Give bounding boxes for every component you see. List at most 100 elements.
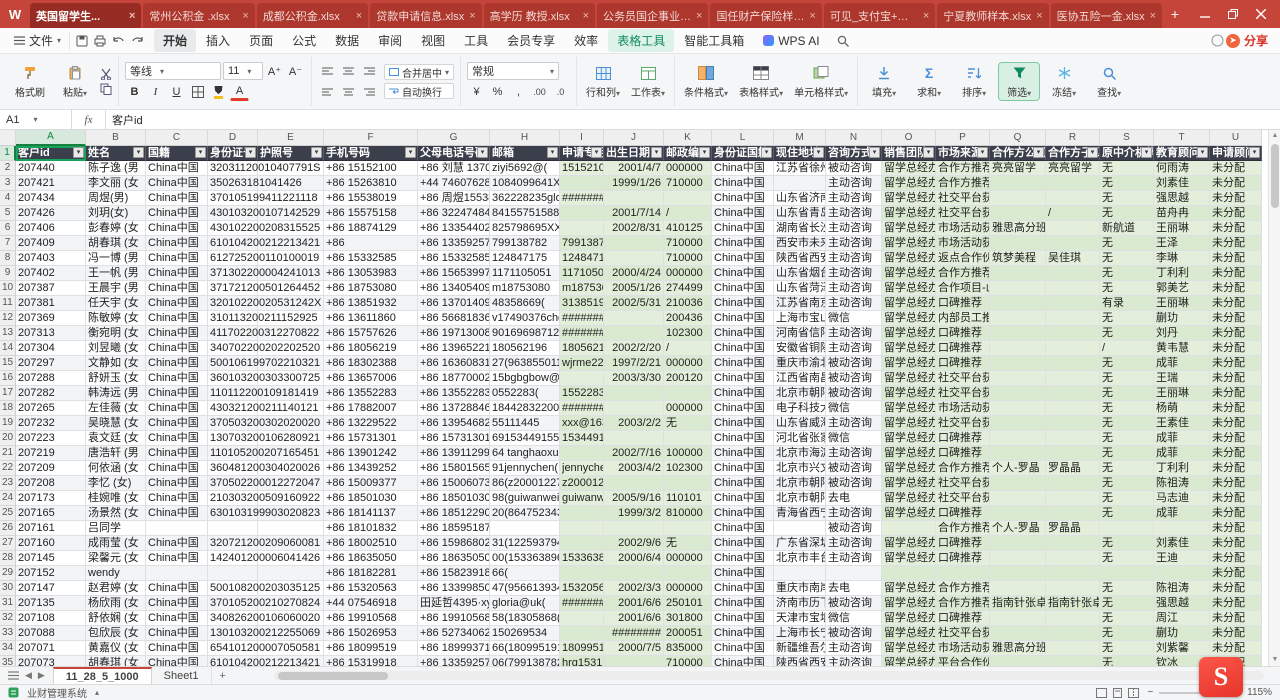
cell[interactable]: +44 07546918: [324, 596, 418, 611]
align-right-icon[interactable]: [360, 83, 379, 101]
cell[interactable]: 2005/9/16: [604, 491, 664, 506]
cell[interactable]: [990, 581, 1046, 596]
cell[interactable]: +86 18501030: [324, 491, 418, 506]
row-header[interactable]: 31: [0, 596, 16, 611]
cell[interactable]: 任天宇 (女: [86, 296, 146, 311]
cell[interactable]: 207434: [16, 191, 86, 206]
cell[interactable]: 口碑推荐: [936, 341, 990, 356]
close-icon[interactable]: ×: [1150, 10, 1156, 22]
formula-input[interactable]: 客户id: [106, 110, 1280, 129]
cell[interactable]: 64 tanghaoxu(: [490, 446, 560, 461]
cell[interactable]: [1046, 266, 1100, 281]
cell[interactable]: China中国: [146, 611, 208, 626]
cell[interactable]: 207304: [16, 341, 86, 356]
cell[interactable]: 留学总经办: [882, 611, 936, 626]
cell[interactable]: China中国: [712, 611, 774, 626]
cell[interactable]: +86 15823918: [418, 566, 490, 581]
cell[interactable]: 社交平台获客: [936, 191, 990, 206]
cell[interactable]: 未分配: [1210, 386, 1262, 401]
cell[interactable]: [1046, 296, 1100, 311]
cell[interactable]: +86 18141137: [324, 506, 418, 521]
cell[interactable]: 2002/3/3: [604, 581, 664, 596]
cell[interactable]: [1046, 176, 1100, 191]
cell[interactable]: [774, 566, 826, 581]
cell[interactable]: 广东省深圳: [774, 536, 826, 551]
cell[interactable]: 北京市朝阳: [774, 386, 826, 401]
cell[interactable]: 留学总经办: [882, 236, 936, 251]
cell[interactable]: +86 19713008: [418, 326, 490, 341]
merge-center-button[interactable]: 合并居中▾: [384, 64, 454, 80]
cell[interactable]: China中国: [146, 236, 208, 251]
cell[interactable]: 成菲: [1154, 431, 1210, 446]
cell[interactable]: 310113200211152925: [208, 311, 258, 326]
cell[interactable]: China中国: [712, 206, 774, 221]
cell[interactable]: 留学总经办: [882, 176, 936, 191]
cell[interactable]: [1046, 356, 1100, 371]
cell[interactable]: 郭美艺: [1154, 281, 1210, 296]
filter-dropdown-icon[interactable]: ▾: [813, 147, 824, 158]
cell[interactable]: 留学总经办: [882, 416, 936, 431]
cell[interactable]: [990, 626, 1046, 641]
cell[interactable]: [1046, 236, 1100, 251]
cell[interactable]: gloria@uk(: [490, 596, 560, 611]
cell[interactable]: 陈祖涛: [1154, 581, 1210, 596]
cell[interactable]: China中国: [712, 521, 774, 536]
column-header[interactable]: C: [146, 130, 208, 146]
row-header[interactable]: 17: [0, 386, 16, 401]
cell[interactable]: 内部员工推荐: [936, 311, 990, 326]
cell[interactable]: 371302200004241013: [208, 266, 258, 281]
cell[interactable]: +86 13728846: [418, 401, 490, 416]
cell[interactable]: 无: [1100, 551, 1154, 566]
cell[interactable]: 李琳: [1154, 251, 1210, 266]
cell[interactable]: 吴晓慧 (女: [86, 416, 146, 431]
column-header[interactable]: R: [1046, 130, 1100, 146]
cell[interactable]: 留学总经办: [882, 296, 936, 311]
menu-tab[interactable]: 效率: [565, 29, 607, 52]
cell[interactable]: China中国: [712, 386, 774, 401]
cell[interactable]: +86 13439252: [324, 461, 418, 476]
cell[interactable]: 无: [664, 416, 712, 431]
align-left-icon[interactable]: [318, 83, 337, 101]
cell[interactable]: +86 18302388: [324, 356, 418, 371]
cell[interactable]: [258, 521, 324, 536]
cell[interactable]: 主动咨询: [826, 236, 882, 251]
cell[interactable]: 主动咨询: [826, 341, 882, 356]
cell[interactable]: 200436: [664, 311, 712, 326]
cell[interactable]: [1046, 581, 1100, 596]
cell[interactable]: [604, 236, 664, 251]
cell[interactable]: +86 18770002: [418, 371, 490, 386]
cell[interactable]: 湖南省长沙: [774, 221, 826, 236]
chevron-up-icon[interactable]: ▴: [95, 688, 99, 697]
cell[interactable]: 无: [1100, 371, 1154, 386]
cell[interactable]: +86 13965221: [418, 341, 490, 356]
cell[interactable]: +86 18512290: [418, 506, 490, 521]
cell[interactable]: 207152: [16, 566, 86, 581]
cell[interactable]: 2001/6/6: [604, 596, 664, 611]
cell[interactable]: 赵君婷 (女: [86, 581, 146, 596]
cell[interactable]: [208, 566, 258, 581]
cell[interactable]: 社交平台获客: [936, 416, 990, 431]
cell[interactable]: 710000: [664, 176, 712, 191]
cell[interactable]: 电子科技大: [774, 401, 826, 416]
cell[interactable]: 去电: [826, 491, 882, 506]
cell[interactable]: 留学总经办: [882, 626, 936, 641]
cell[interactable]: +86 15731301: [418, 431, 490, 446]
cell[interactable]: ########: [604, 626, 664, 641]
cell[interactable]: 无: [1100, 491, 1154, 506]
cell[interactable]: 无: [1100, 236, 1154, 251]
cell[interactable]: 陈子逸 (男: [86, 161, 146, 176]
menu-tab[interactable]: 视图: [412, 29, 454, 52]
cell[interactable]: 370503200302020020: [208, 416, 258, 431]
cell[interactable]: 207297: [16, 356, 86, 371]
cell[interactable]: +86: [324, 236, 418, 251]
cell[interactable]: 主动咨询: [826, 206, 882, 221]
cell[interactable]: 100000: [664, 446, 712, 461]
cell[interactable]: 社交平台获客: [936, 476, 990, 491]
cell[interactable]: [604, 326, 664, 341]
next-sheet-icon[interactable]: ▶: [38, 670, 45, 681]
cell[interactable]: 31385193: [560, 296, 604, 311]
cell[interactable]: 西安市未来: [774, 236, 826, 251]
cell[interactable]: [146, 521, 208, 536]
cell[interactable]: +86 18182281: [324, 566, 418, 581]
cell[interactable]: 207232: [16, 416, 86, 431]
